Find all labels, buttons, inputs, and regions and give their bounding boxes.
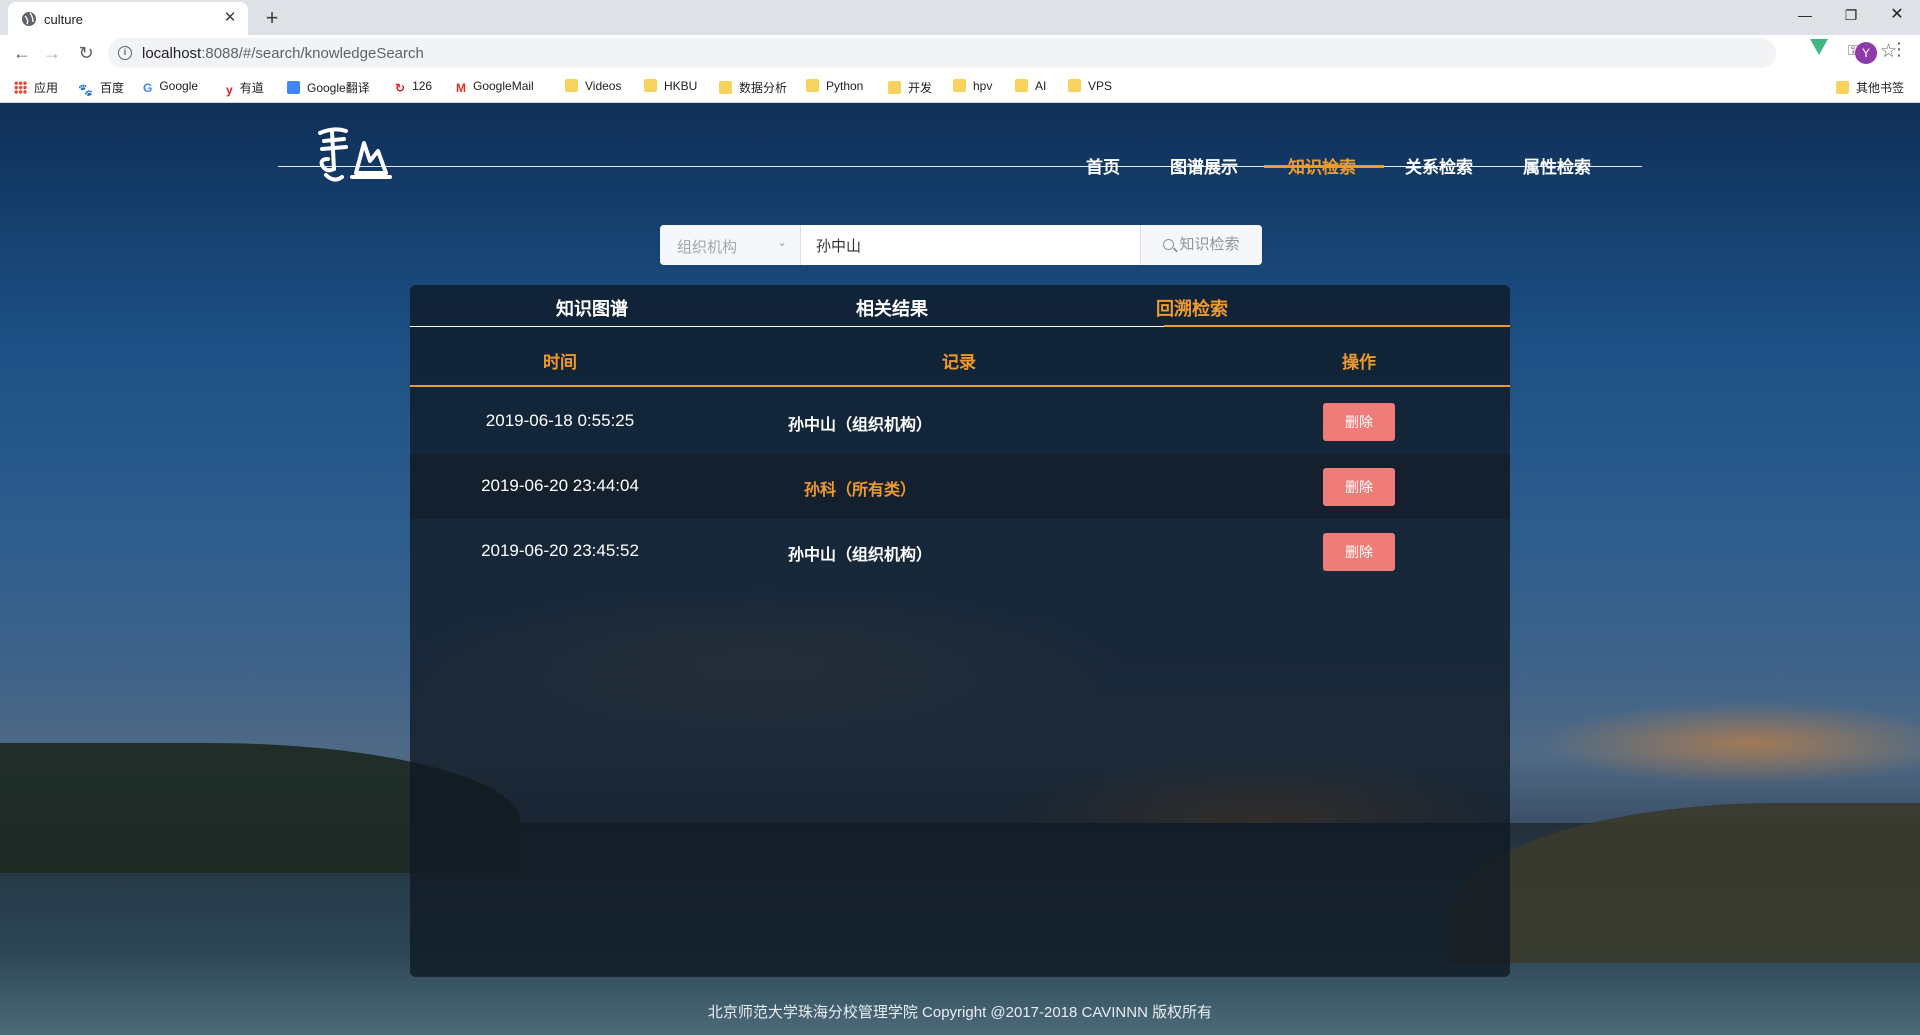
search-input[interactable] — [801, 225, 1140, 265]
folder-icon — [719, 81, 732, 94]
bookmark-videos[interactable]: Videos — [565, 79, 621, 93]
restore-icon[interactable]: ❐ — [1828, 0, 1874, 30]
row-record[interactable]: 孙中山（组织机构） — [710, 541, 1010, 565]
forward-icon[interactable]: → — [38, 39, 66, 67]
minimize-icon[interactable]: — — [1782, 0, 1828, 30]
row-record[interactable]: 孙科（所有类） — [710, 476, 1010, 500]
bookmark-dev[interactable]: 开发 — [888, 79, 932, 96]
site-logo[interactable] — [312, 123, 392, 193]
mail126-icon: ↻ — [395, 81, 406, 95]
bookmark-hpv[interactable]: hpv — [953, 79, 992, 93]
browser-tab-bar: culture ✕ + — ❐ ✕ — [0, 0, 1920, 35]
more-menu-icon[interactable]: ⋮ — [1890, 39, 1908, 60]
table-row: 2019-06-20 23:45:52 孙中山（组织机构） 删除 — [410, 519, 1510, 584]
google-icon: G — [143, 81, 153, 95]
results-panel: 知识图谱 相关结果 回溯检索 时间 记录 操作 2019-06-18 0:55:… — [410, 285, 1510, 977]
bookmark-baidu[interactable]: 🐾 百度 — [78, 79, 124, 97]
bookmark-apps[interactable]: 应用 — [14, 79, 58, 96]
folder-icon — [565, 79, 578, 92]
bookmark-vps[interactable]: VPS — [1068, 79, 1112, 93]
nav-relation-search[interactable]: 关系检索 — [1405, 153, 1473, 178]
table-row: 2019-06-18 0:55:25 孙中山（组织机构） 删除 — [410, 389, 1510, 454]
row-time: 2019-06-20 23:44:04 — [481, 476, 639, 495]
row-time: 2019-06-20 23:45:52 — [481, 541, 639, 560]
nav-graph[interactable]: 图谱展示 — [1170, 153, 1238, 178]
nav-attribute-search[interactable]: 属性检索 — [1523, 153, 1591, 178]
apps-grid-icon — [14, 81, 27, 94]
folder-icon — [644, 79, 657, 92]
folder-icon — [1015, 79, 1028, 92]
search-icon — [1163, 239, 1175, 250]
search-bar: 组织机构 ⌄ 知识检索 — [660, 225, 1262, 265]
browser-toolbar: ← → ↻ i localhost:8088/#/search/knowledg… — [0, 35, 1920, 103]
vue-extension-icon[interactable] — [1810, 39, 1828, 55]
tab-knowledge-graph[interactable]: 知识图谱 — [556, 295, 628, 321]
delete-button[interactable]: 删除 — [1323, 533, 1395, 571]
url-text: localhost:8088/#/search/knowledgeSearch — [142, 45, 424, 62]
bookmark-ai[interactable]: AI — [1015, 79, 1046, 93]
tab-history-search[interactable]: 回溯检索 — [1156, 295, 1228, 321]
knowledge-search-button[interactable]: 知识检索 — [1140, 225, 1262, 265]
bookmarks-bar: 应用 🐾 百度 G Google y 有道 Google翻译 ↻ 126 M Google… — [0, 72, 1920, 100]
back-icon[interactable]: ← — [8, 39, 36, 67]
bookmark-data-analysis[interactable]: 数据分析 — [719, 79, 787, 96]
folder-icon — [888, 81, 901, 94]
bookmark-hkbu[interactable]: HKBU — [644, 79, 697, 93]
window-close-icon[interactable]: ✕ — [1874, 0, 1920, 30]
bookmark-google[interactable]: G Google — [143, 79, 198, 95]
new-tab-icon[interactable]: + — [258, 4, 286, 32]
folder-icon — [1836, 81, 1849, 94]
table-header: 时间 记录 操作 — [410, 327, 1510, 387]
page-background: 首页 图谱展示 知识检索 关系检索 属性检索 组织机构 ⌄ 知识检索 知识图谱 … — [0, 103, 1920, 1035]
bookmark-googlemail[interactable]: M GoogleMail — [456, 79, 534, 95]
table-row: 2019-06-20 23:44:04 孙科（所有类） 删除 — [410, 454, 1510, 519]
reload-icon[interactable]: ↻ — [72, 39, 100, 67]
tab-close-icon[interactable]: ✕ — [220, 8, 240, 28]
chevron-down-icon: ⌄ — [777, 235, 788, 249]
column-header-action: 操作 — [1342, 353, 1376, 372]
globe-icon — [22, 12, 36, 26]
baidu-paw-icon: 🐾 — [78, 83, 93, 97]
bookmark-youdao[interactable]: y 有道 — [226, 79, 264, 97]
translate-icon — [287, 81, 300, 94]
info-icon[interactable]: i — [118, 46, 132, 60]
column-header-time: 时间 — [543, 353, 577, 372]
column-header-record: 记录 — [942, 353, 976, 372]
folder-icon — [953, 79, 966, 92]
category-select-text: 组织机构 — [677, 239, 738, 256]
avatar[interactable]: Y — [1855, 42, 1877, 64]
delete-button[interactable]: 删除 — [1323, 468, 1395, 506]
site-header: 首页 图谱展示 知识检索 关系检索 属性检索 — [278, 103, 1642, 182]
youdao-icon: y — [226, 83, 233, 97]
gmail-icon: M — [456, 81, 466, 95]
nav-home[interactable]: 首页 — [1086, 153, 1120, 178]
row-time: 2019-06-18 0:55:25 — [485, 411, 635, 430]
address-bar[interactable]: i localhost:8088/#/search/knowledgeSearc… — [108, 38, 1897, 68]
bookmark-other[interactable]: 其他书签 — [1836, 79, 1904, 96]
folder-icon — [806, 79, 819, 92]
tab-related-results[interactable]: 相关结果 — [856, 295, 928, 321]
row-record[interactable]: 孙中山（组织机构） — [710, 411, 1010, 435]
page-footer: 北京师范大学珠海分校管理学院 Copyright @2017-2018 CAVI… — [707, 1004, 1213, 1021]
nav-active-indicator — [1264, 165, 1384, 168]
tab-title: culture — [44, 12, 84, 27]
folder-icon — [1068, 79, 1081, 92]
panel-tabs: 知识图谱 相关结果 回溯检索 — [410, 285, 1510, 327]
browser-tab[interactable]: culture ✕ — [8, 2, 248, 35]
delete-button[interactable]: 删除 — [1323, 403, 1395, 441]
bookmark-python[interactable]: Python — [806, 79, 863, 93]
search-button-label: 知识检索 — [1179, 236, 1240, 253]
bookmark-google-translate[interactable]: Google翻译 — [287, 79, 370, 96]
bookmark-126[interactable]: ↻ 126 — [395, 79, 432, 95]
category-select[interactable]: 组织机构 ⌄ — [660, 225, 801, 265]
